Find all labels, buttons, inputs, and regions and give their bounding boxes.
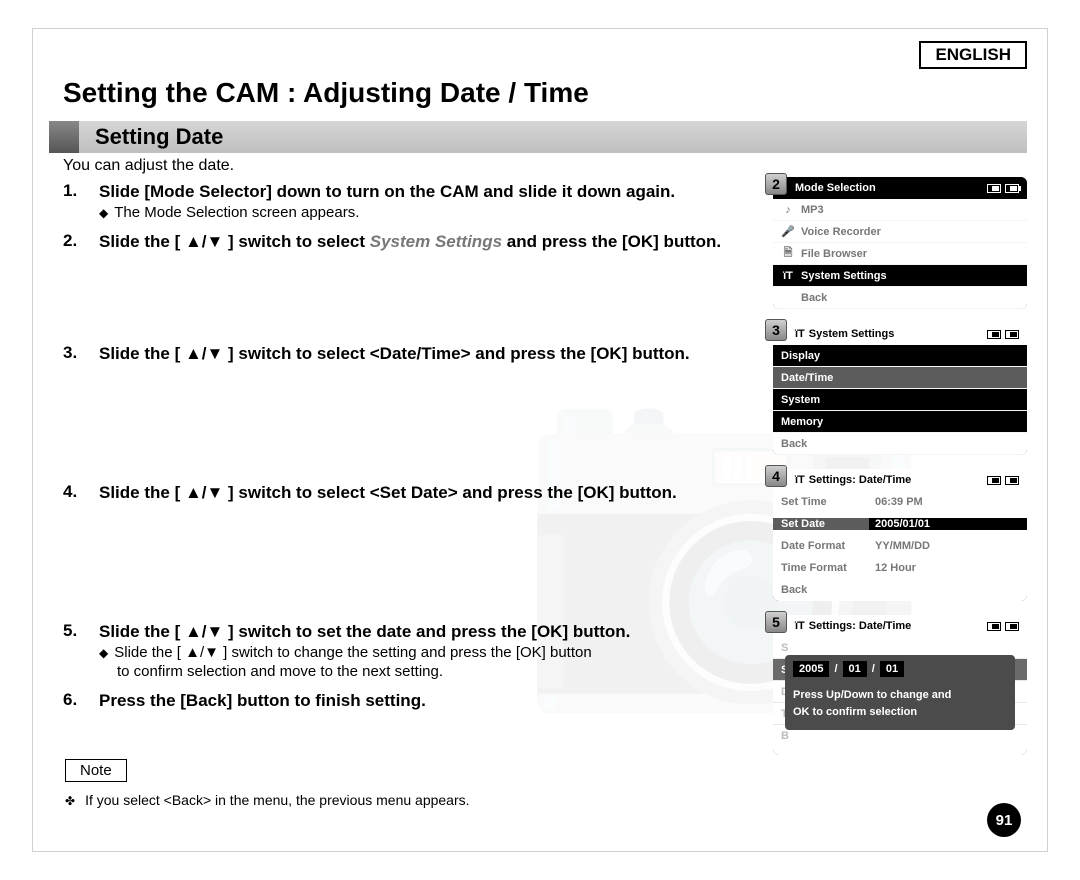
- step-1-main: Slide [Mode Selector] down to turn on th…: [99, 181, 763, 202]
- step-number: 5.: [63, 621, 99, 680]
- battery-icon: [1005, 622, 1019, 631]
- battery-icon: [1005, 330, 1019, 339]
- settings-row[interactable]: Back: [773, 579, 1027, 601]
- screen-badge: 5: [765, 611, 787, 633]
- battery-icon: [1005, 184, 1019, 193]
- modal-msg-1: Press Up/Down to change and: [793, 687, 1007, 704]
- storage-icon: [987, 622, 1001, 631]
- setting-key: Set Time: [773, 496, 869, 508]
- menu-item[interactable]: Back: [773, 433, 1027, 455]
- section-bar: Setting Date: [49, 121, 1027, 153]
- screen-badge: 2: [765, 173, 787, 195]
- note-text: If you select <Back> in the menu, the pr…: [65, 792, 470, 808]
- menu-item[interactable]: Display: [773, 345, 1027, 367]
- screen-badge: 3: [765, 319, 787, 341]
- date-month[interactable]: 01: [843, 661, 867, 677]
- section-bar-tab: [49, 121, 79, 153]
- setting-key: Date Format: [773, 540, 869, 552]
- language-badge: ENGLISH: [919, 41, 1027, 69]
- date-edit-modal: 2005 / 01 / 01 Press Up/Down to change a…: [785, 655, 1015, 730]
- screen-3-title: System Settings: [809, 328, 895, 340]
- intro-text: You can adjust the date.: [63, 157, 234, 175]
- screen-badge: 4: [765, 465, 787, 487]
- step-5-sub-1: Slide the [ ▲/▼ ] switch to change the s…: [99, 644, 763, 661]
- step-3-main: Slide the [ ▲/▼ ] switch to select <Date…: [99, 343, 763, 364]
- setting-value: 06:39 PM: [869, 496, 1027, 508]
- menu-item[interactable]: 🗎File Browser: [773, 243, 1027, 265]
- menu-icon: ♪: [781, 204, 795, 216]
- page-title: Setting the CAM : Adjusting Date / Time: [63, 77, 589, 109]
- date-day[interactable]: 01: [880, 661, 904, 677]
- step-6-main: Press the [Back] button to finish settin…: [99, 690, 763, 711]
- modal-msg-2: OK to confirm selection: [793, 704, 1007, 721]
- settings-row[interactable]: Set Date2005/01/01: [773, 513, 1027, 535]
- step-number: 3.: [63, 343, 99, 364]
- step-1-sub: The Mode Selection screen appears.: [99, 204, 763, 221]
- step-number: 2.: [63, 231, 99, 252]
- page-number: 91: [987, 803, 1021, 837]
- screen-4-title: Settings: Date/Time: [809, 474, 912, 486]
- device-screen-3: 3 ïTSystem Settings DisplayDate/TimeSyst…: [773, 323, 1027, 455]
- step-2-main: Slide the [ ▲/▼ ] switch to select Syste…: [99, 231, 763, 252]
- settings-row[interactable]: Date FormatYY/MM/DD: [773, 535, 1027, 557]
- settings-icon: ïT: [795, 474, 805, 486]
- menu-item[interactable]: ïTSystem Settings: [773, 265, 1027, 287]
- menu-item[interactable]: Back: [773, 287, 1027, 309]
- screen-5-title: Settings: Date/Time: [809, 620, 912, 632]
- setting-value: YY/MM/DD: [869, 540, 1027, 552]
- settings-icon: ïT: [795, 328, 805, 340]
- step-number: 6.: [63, 690, 99, 711]
- device-screen-4: 4 ïTSettings: Date/Time Set Time06:39 PM…: [773, 469, 1027, 601]
- menu-icon: ïT: [781, 270, 795, 282]
- settings-row[interactable]: Set Time06:39 PM: [773, 491, 1027, 513]
- menu-item[interactable]: ♪MP3: [773, 199, 1027, 221]
- menu-item[interactable]: Date/Time: [773, 367, 1027, 389]
- step-5-sub-2: to confirm selection and move to the nex…: [99, 663, 763, 680]
- setting-key: Time Format: [773, 562, 869, 574]
- instructions: 1. Slide [Mode Selector] down to turn on…: [63, 181, 763, 722]
- date-year[interactable]: 2005: [793, 661, 829, 677]
- device-screen-5: 5 ïTSettings: Date/Time S S D T B 2005 /: [773, 615, 1027, 755]
- setting-value: 2005/01/01: [869, 518, 1027, 530]
- note-label: Note: [65, 759, 127, 782]
- menu-item[interactable]: Memory: [773, 411, 1027, 433]
- setting-value: 12 Hour: [869, 562, 1027, 574]
- menu-icon: 🗎: [781, 244, 795, 263]
- settings-icon: ïT: [795, 620, 805, 632]
- device-screen-2: 2 Mode Selection ♪MP3🎤Voice Recorder🗎Fil…: [773, 177, 1027, 309]
- step-number: 1.: [63, 181, 99, 221]
- storage-icon: [987, 184, 1001, 193]
- storage-icon: [987, 330, 1001, 339]
- battery-icon: [1005, 476, 1019, 485]
- menu-item[interactable]: System: [773, 389, 1027, 411]
- storage-icon: [987, 476, 1001, 485]
- setting-key: Back: [773, 584, 869, 596]
- step-5-main: Slide the [ ▲/▼ ] switch to set the date…: [99, 621, 763, 642]
- settings-row[interactable]: Time Format12 Hour: [773, 557, 1027, 579]
- step-number: 4.: [63, 482, 99, 503]
- step-4-main: Slide the [ ▲/▼ ] switch to select <Set …: [99, 482, 763, 503]
- menu-icon: 🎤: [781, 225, 795, 238]
- setting-key: Set Date: [773, 518, 869, 530]
- screen-2-title: Mode Selection: [795, 182, 876, 194]
- section-title: Setting Date: [95, 124, 223, 150]
- menu-item[interactable]: 🎤Voice Recorder: [773, 221, 1027, 243]
